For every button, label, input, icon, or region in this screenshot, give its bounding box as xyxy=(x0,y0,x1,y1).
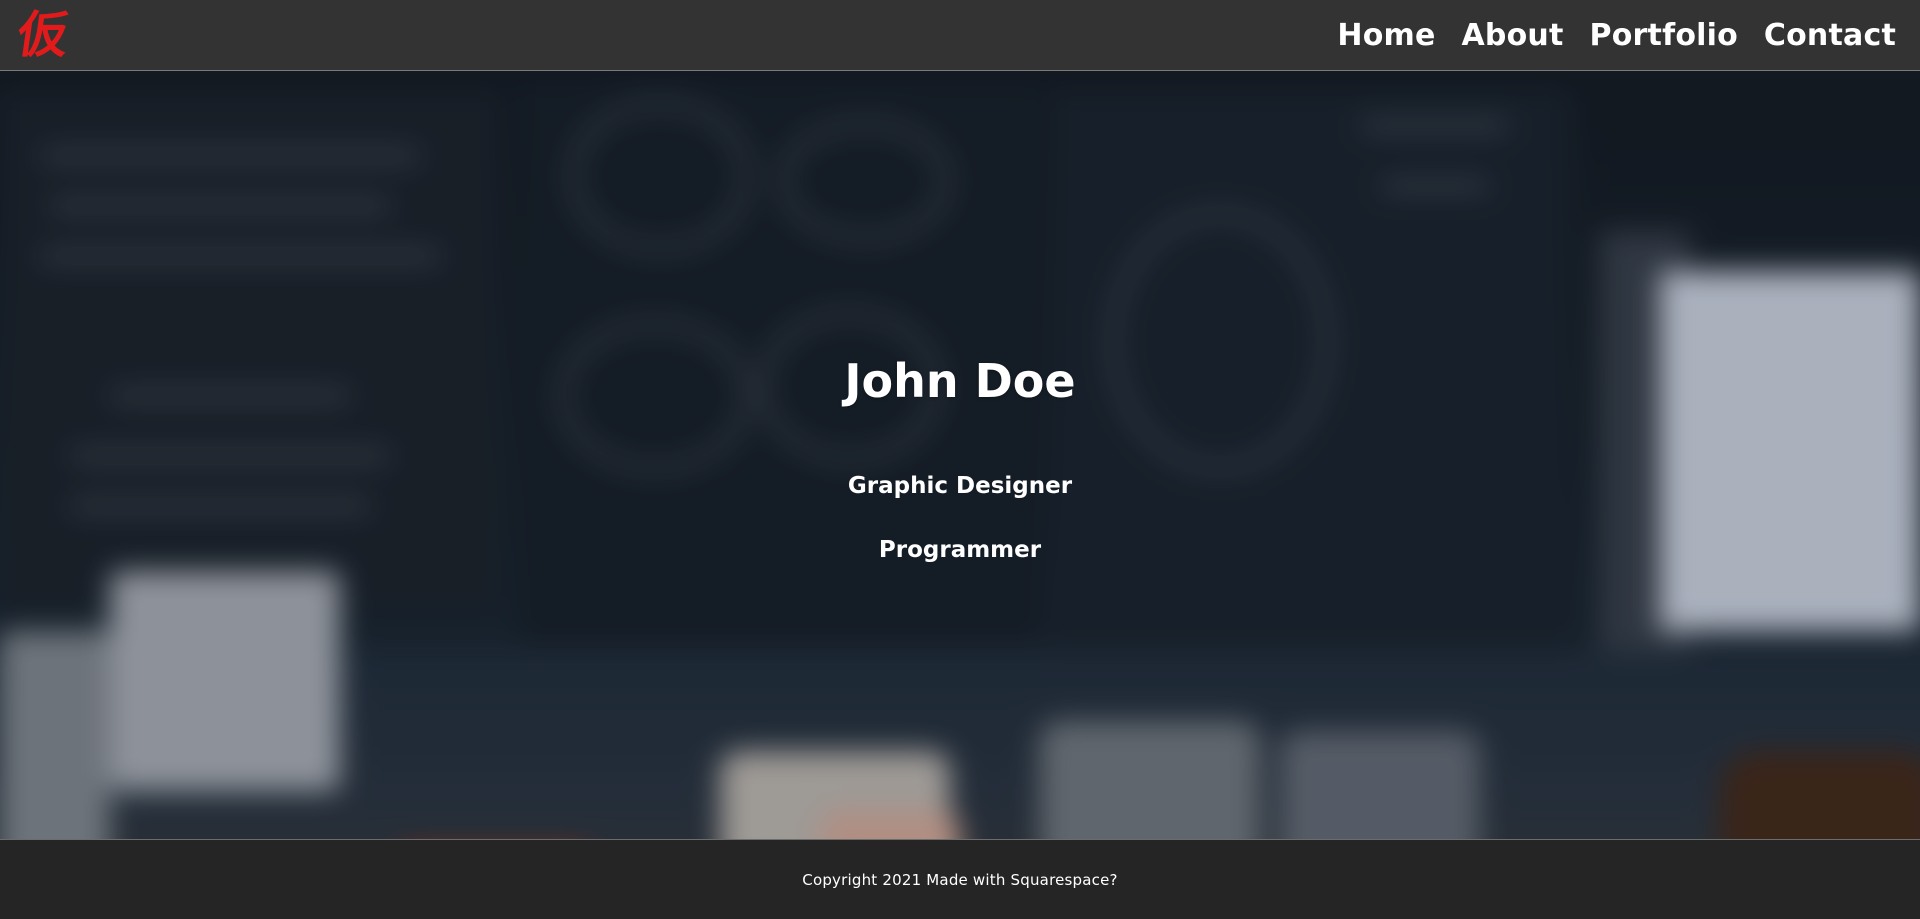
main-nav: Home About Portfolio Contact xyxy=(1337,18,1896,53)
site-logo[interactable]: 仮 xyxy=(14,5,72,64)
hero-section: John Doe Graphic Designer Programmer xyxy=(0,71,1920,839)
nav-link-contact[interactable]: Contact xyxy=(1764,18,1896,53)
hero-role-graphic-designer: Graphic Designer xyxy=(847,473,1073,499)
hero-content: John Doe Graphic Designer Programmer xyxy=(0,71,1920,839)
hero-role-programmer: Programmer xyxy=(878,537,1042,563)
site-header: 仮 Home About Portfolio Contact xyxy=(0,0,1920,71)
page: 仮 Home About Portfolio Contact John Doe … xyxy=(0,0,1920,919)
nav-link-about[interactable]: About xyxy=(1462,18,1564,53)
nav-link-portfolio[interactable]: Portfolio xyxy=(1590,18,1738,53)
nav-link-home[interactable]: Home xyxy=(1337,18,1435,53)
footer-copyright: Copyright 2021 Made with Squarespace? xyxy=(802,870,1118,889)
hero-name: John Doe xyxy=(844,354,1076,408)
site-footer: Copyright 2021 Made with Squarespace? xyxy=(0,839,1920,919)
